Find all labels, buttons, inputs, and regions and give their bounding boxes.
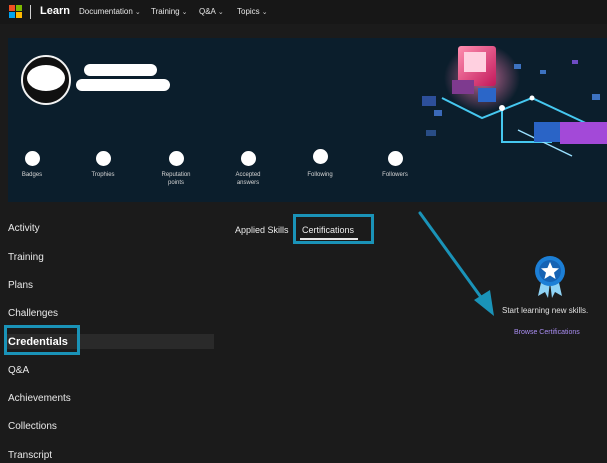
banner-illustration bbox=[422, 44, 607, 157]
nav-qna[interactable]: Q&A ⌄ bbox=[199, 7, 224, 16]
stat-label: Following bbox=[307, 172, 333, 178]
empty-state bbox=[500, 254, 600, 303]
stat-followers[interactable]: Followers bbox=[365, 151, 425, 179]
stat-label: Followers bbox=[382, 172, 408, 178]
chevron-down-icon: ⌄ bbox=[134, 9, 141, 16]
sidebar-item-collections[interactable]: Collections bbox=[8, 421, 57, 432]
nav-qna-label: Q&A bbox=[199, 7, 216, 16]
stat-reputation-points[interactable]: Reputation points bbox=[146, 151, 206, 187]
sidebar-item-challenges[interactable]: Challenges bbox=[8, 308, 58, 319]
nav-documentation[interactable]: Documentation ⌄ bbox=[79, 7, 141, 16]
stat-label: Trophies bbox=[91, 172, 115, 178]
stat-label: Badges bbox=[21, 172, 43, 178]
avatar-redaction bbox=[27, 65, 65, 91]
top-nav: Learn Documentation ⌄ Training ⌄ Q&A ⌄ Topi… bbox=[0, 0, 607, 24]
brand-learn-link[interactable]: Learn bbox=[40, 5, 70, 17]
chevron-down-icon: ⌄ bbox=[181, 9, 188, 16]
chevron-down-icon: ⌄ bbox=[261, 9, 268, 16]
stat-accepted-answers[interactable]: Accepted answers bbox=[218, 151, 278, 187]
chevron-down-icon: ⌄ bbox=[217, 9, 224, 16]
stat-following[interactable]: Following bbox=[290, 149, 350, 179]
sidebar-item-qna[interactable]: Q&A bbox=[8, 365, 29, 376]
nav-training-label: Training bbox=[151, 7, 180, 16]
redacted-display-name bbox=[76, 79, 170, 91]
stat-value-redacted bbox=[240, 151, 256, 166]
avatar[interactable] bbox=[21, 55, 71, 105]
stat-label: Reputation points bbox=[161, 172, 191, 186]
sidebar-item-activity[interactable]: Activity bbox=[8, 223, 40, 234]
credentials-highlight-box bbox=[4, 325, 80, 355]
sidebar-item-training[interactable]: Training bbox=[8, 252, 44, 263]
stat-trophies[interactable]: Trophies bbox=[73, 151, 133, 179]
stat-value-redacted bbox=[168, 151, 184, 166]
sidebar-item-achievements[interactable]: Achievements bbox=[8, 393, 71, 404]
nav-topics-label: Topics bbox=[237, 7, 260, 16]
stat-badges[interactable]: Badges bbox=[8, 151, 62, 179]
stat-value-redacted bbox=[387, 151, 403, 166]
stat-value-redacted bbox=[312, 149, 328, 164]
certifications-highlight-box bbox=[293, 214, 374, 244]
sidebar-item-transcript[interactable]: Transcript bbox=[8, 450, 52, 461]
logo-divider bbox=[30, 5, 31, 19]
profile-banner: Badges Trophies Reputation points Accept… bbox=[8, 38, 607, 202]
stat-value-redacted bbox=[24, 151, 40, 166]
nav-topics[interactable]: Topics ⌄ bbox=[237, 7, 268, 16]
microsoft-logo-icon[interactable] bbox=[9, 5, 22, 18]
nav-training[interactable]: Training ⌄ bbox=[151, 7, 187, 16]
empty-state-message: Start learning new skills. bbox=[502, 306, 589, 315]
stat-value-redacted bbox=[95, 151, 111, 166]
stat-label: Accepted answers bbox=[235, 172, 261, 186]
nav-documentation-label: Documentation bbox=[79, 7, 133, 16]
browse-certifications-link[interactable]: Browse Certifications bbox=[514, 329, 580, 336]
tab-applied-skills[interactable]: Applied Skills bbox=[235, 225, 289, 235]
certification-badge-icon bbox=[535, 256, 565, 298]
redacted-username bbox=[84, 64, 157, 76]
sidebar-item-plans[interactable]: Plans bbox=[8, 280, 33, 291]
